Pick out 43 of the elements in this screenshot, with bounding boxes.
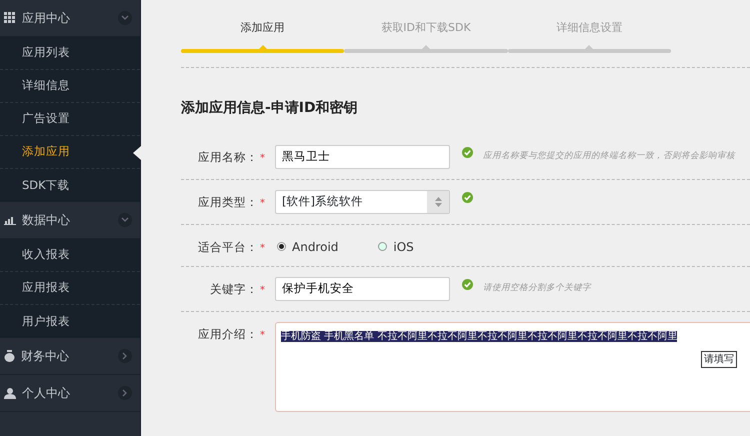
radio-option[interactable]: iOS xyxy=(378,234,414,256)
sidebar-item[interactable]: 收入报表 xyxy=(0,239,140,272)
required-mark: * xyxy=(260,330,265,341)
required-mark: * xyxy=(260,284,265,296)
radio-option[interactable]: Android xyxy=(277,234,338,256)
select-field[interactable]: [软件]系统软件 xyxy=(275,190,450,214)
chevron-icon[interactable] xyxy=(118,11,132,25)
sidebar-item[interactable]: 添加应用 xyxy=(0,136,140,169)
required-mark: * xyxy=(260,198,265,208)
sidebar-item[interactable]: SDK下载 xyxy=(0,169,140,202)
textarea-field[interactable]: 手机防盗 手机黑名单 不拉不阿里不拉不阿里不拉不阿里不拉不阿里不拉不阿里不拉不阿里 请填写 xyxy=(275,322,750,412)
sidebar-item[interactable]: 应用报表 xyxy=(0,272,140,305)
chevron-icon[interactable] xyxy=(118,349,132,363)
active-pointer-icon xyxy=(133,146,141,160)
sidebar-group-title: 个人中心 xyxy=(22,385,71,402)
required-mark: * xyxy=(260,152,265,164)
money-bag-icon xyxy=(4,350,15,362)
required-mark: * xyxy=(260,242,265,254)
chevron-icon[interactable] xyxy=(118,213,132,227)
input-field[interactable]: 保护手机安全 xyxy=(275,276,450,301)
field-label: 适合平台： xyxy=(198,240,258,254)
form-heading: 添加应用信息-申请ID和密钥 xyxy=(181,98,359,118)
bar-chart-icon xyxy=(4,215,16,225)
spinner-icon xyxy=(427,190,449,212)
user-icon xyxy=(4,388,16,398)
input-field[interactable]: 黑马卫士 xyxy=(275,144,450,168)
hint-text: 应用名称要与您提交的应用的终端名称一致，否则将会影响审核 xyxy=(483,150,735,162)
chevron-icon[interactable] xyxy=(118,386,132,400)
step-tab[interactable]: 添加应用 xyxy=(181,14,344,52)
tooltip: 请填写 xyxy=(701,350,737,368)
sidebar-item[interactable]: 广告设置 xyxy=(0,103,140,136)
sidebar-item[interactable]: 应用列表 xyxy=(0,37,140,70)
sidebar-item[interactable]: 用户报表 xyxy=(0,305,140,338)
grid-icon xyxy=(4,12,16,24)
hint-text: 请使用空格分割多个关键字 xyxy=(483,282,591,295)
sidebar-group-title: 财务中心 xyxy=(21,348,70,365)
sidebar-group-title: 数据中心 xyxy=(22,212,71,229)
field-label: 应用名称： xyxy=(198,150,258,164)
field-label: 应用类型： xyxy=(198,194,258,208)
sidebar-item[interactable]: 详细信息 xyxy=(0,70,140,103)
sidebar-group-title: 应用中心 xyxy=(22,10,71,27)
field-label: 关键字： xyxy=(210,282,258,296)
field-label: 应用介绍： xyxy=(198,326,258,341)
